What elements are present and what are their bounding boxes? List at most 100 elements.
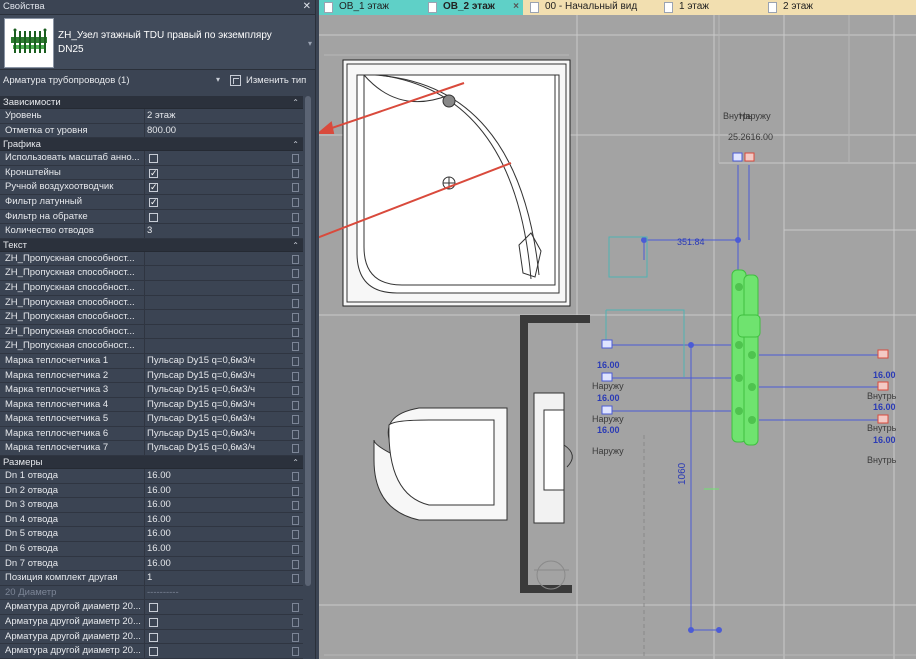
- property-value[interactable]: Пульсар Dy15 q=0,6м3/ч: [147, 369, 287, 384]
- property-value[interactable]: Пульсар Dy15 q=0,6м3/ч: [147, 398, 287, 413]
- property-row[interactable]: Позиция комплект другая 1: [0, 571, 303, 586]
- property-value[interactable]: 16.00: [147, 484, 287, 499]
- property-row[interactable]: Марка теплосчетчика 1 Пульсар Dy15 q=0,6м…: [0, 353, 303, 369]
- property-value[interactable]: 16.00: [147, 542, 287, 557]
- view-icon: [664, 2, 673, 13]
- property-row[interactable]: Марка теплосчетчика 6 Пульсар Dy15 q=0,6м…: [0, 426, 303, 442]
- tab-ov-2[interactable]: ОВ_2 этаж ×: [423, 0, 523, 15]
- property-row[interactable]: Фильтр на обратке: [0, 209, 303, 225]
- property-row[interactable]: Dn 5 отвода 16.00: [0, 527, 303, 543]
- checkbox[interactable]: [149, 195, 158, 210]
- section-dependencies[interactable]: Зависимости ⌃: [0, 96, 303, 109]
- property-value[interactable]: Пульсар Dy15 q=0,6м3/ч: [147, 354, 287, 369]
- property-label: Количество отводов: [5, 225, 94, 237]
- property-row[interactable]: Марка теплосчетчика 2 Пульсар Dy15 q=0,6м…: [0, 368, 303, 384]
- drawing-viewport[interactable]: 351.84 1060 Внутрь Наружу 25.2616.00 16.…: [319, 15, 916, 659]
- property-value[interactable]: 16.00: [147, 513, 287, 528]
- property-row[interactable]: ZH_Пропускная способност...: [0, 266, 303, 281]
- tab-close-icon[interactable]: ×: [513, 0, 519, 14]
- property-label: Dn 3 отвода: [5, 499, 58, 511]
- edit-type-label: Изменить тип: [246, 75, 307, 86]
- property-row[interactable]: ZH_Пропускная способност...: [0, 280, 303, 296]
- collapse-icon[interactable]: ⌃: [292, 239, 299, 252]
- property-value[interactable]: 3: [147, 224, 287, 239]
- property-row[interactable]: Ручной воздухоотводчик: [0, 180, 303, 195]
- property-label: Dn 6 отвода: [5, 543, 58, 555]
- property-row[interactable]: Dn 3 отвода 16.00: [0, 498, 303, 513]
- property-row[interactable]: Марка теплосчетчика 4 Пульсар Dy15 q=0,6м…: [0, 397, 303, 413]
- property-row[interactable]: Dn 4 отвода 16.00: [0, 512, 303, 528]
- property-row[interactable]: Dn 2 отвода 16.00: [0, 483, 303, 499]
- checkbox[interactable]: [149, 603, 158, 613]
- property-row[interactable]: Dn 7 отвода 16.00: [0, 556, 303, 572]
- properties-scrollbar[interactable]: [305, 96, 311, 586]
- collapse-icon[interactable]: ⌃: [292, 456, 299, 469]
- property-row[interactable]: Арматура другой диаметр 20...: [0, 644, 303, 659]
- checkbox[interactable]: [149, 618, 158, 627]
- property-row[interactable]: Арматура другой диаметр 20...: [0, 600, 303, 615]
- collapse-icon[interactable]: ⌃: [292, 96, 299, 109]
- close-icon[interactable]: ✕: [303, 0, 311, 13]
- dimension-vertical[interactable]: 1060: [677, 463, 688, 485]
- edit-type-button[interactable]: Изменить тип: [228, 73, 314, 89]
- property-row[interactable]: ZH_Пропускная способност...: [0, 324, 303, 340]
- category-selector[interactable]: Арматура трубопроводов (1): [3, 75, 130, 86]
- pipe-dn-label: 16.00: [873, 435, 896, 445]
- property-value[interactable]: Пульсар Dy15 q=0,6м3/ч: [147, 383, 287, 398]
- property-row[interactable]: Арматура другой диаметр 20...: [0, 615, 303, 630]
- chevron-down-icon[interactable]: ▾: [308, 39, 312, 48]
- property-row[interactable]: Марка теплосчетчика 5 Пульсар Dy15 q=0,6м…: [0, 412, 303, 427]
- property-value[interactable]: Пульсар Dy15 q=0,6м3/ч: [147, 441, 287, 456]
- section-graphics[interactable]: Графика ⌃: [0, 138, 303, 152]
- property-row[interactable]: Арматура другой диаметр 20...: [0, 629, 303, 645]
- checkbox[interactable]: [149, 647, 158, 657]
- property-value[interactable]: Пульсар Dy15 q=0,6м3/ч: [147, 427, 287, 442]
- section-dimensions[interactable]: Размеры ⌃: [0, 456, 303, 470]
- property-row[interactable]: Отметка от уровня 800.00: [0, 123, 303, 139]
- checkbox[interactable]: [149, 180, 158, 195]
- section-text[interactable]: Текст ⌃: [0, 238, 303, 252]
- property-row[interactable]: ZH_Пропускная способност...: [0, 339, 303, 354]
- property-label: Арматура другой диаметр 20...: [5, 645, 141, 657]
- checkbox[interactable]: [149, 166, 158, 180]
- property-value[interactable]: 2 этаж: [147, 109, 287, 124]
- property-row[interactable]: Марка теплосчетчика 7 Пульсар Dy15 q=0,6м…: [0, 441, 303, 457]
- checkbox[interactable]: [149, 632, 158, 642]
- property-value[interactable]: 1: [147, 571, 287, 586]
- property-row[interactable]: Использовать масштаб анно...: [0, 151, 303, 166]
- tab-start-view[interactable]: 00 - Начальный вид: [525, 0, 655, 15]
- collapse-icon[interactable]: ⌃: [292, 138, 299, 151]
- property-row[interactable]: Фильтр латунный: [0, 194, 303, 210]
- property-value[interactable]: 16.00: [147, 498, 287, 513]
- app-root: { "properties_panel": { "title": "Свойст…: [0, 0, 916, 659]
- tab-floor-2[interactable]: 2 этаж: [763, 0, 916, 15]
- tab-ov-1[interactable]: ОВ_1 этаж: [319, 0, 423, 15]
- tab-floor-1[interactable]: 1 этаж: [659, 0, 759, 15]
- property-row[interactable]: Dn 1 отвода 16.00: [0, 469, 303, 484]
- type-selector[interactable]: ZH_Узел этажный TDU правый по экземпляру…: [0, 14, 315, 70]
- property-row[interactable]: ZH_Пропускная способност...: [0, 251, 303, 267]
- property-value[interactable]: 16.00: [147, 557, 287, 572]
- property-value[interactable]: Пульсар Dy15 q=0,6м3/ч: [147, 412, 287, 427]
- dimension-horizontal[interactable]: 351.84: [677, 237, 705, 247]
- lock-icon: [292, 327, 299, 337]
- lock-icon: [292, 603, 299, 613]
- property-value[interactable]: 16.00: [147, 469, 287, 484]
- property-row[interactable]: Dn 6 отвода 16.00: [0, 542, 303, 557]
- property-row[interactable]: Количество отводов 3: [0, 224, 303, 239]
- checkbox[interactable]: [149, 154, 158, 164]
- property-row[interactable]: Уровень 2 этаж: [0, 109, 303, 124]
- property-row[interactable]: Кронштейны: [0, 165, 303, 180]
- property-row[interactable]: ZH_Пропускная способност...: [0, 310, 303, 325]
- dropdown-arrow-icon[interactable]: ▾: [216, 75, 220, 84]
- property-value[interactable]: 16.00: [147, 527, 287, 542]
- view-icon: [768, 2, 777, 13]
- checkbox[interactable]: [149, 212, 158, 222]
- property-value[interactable]: 800.00: [147, 124, 287, 139]
- pipe-dn-label: 16.00: [873, 402, 896, 412]
- label-outside: Наружу: [592, 381, 624, 391]
- lock-icon: [292, 559, 299, 569]
- lock-icon: [292, 501, 299, 511]
- property-row[interactable]: Марка теплосчетчика 3 Пульсар Dy15 q=0,6м…: [0, 383, 303, 398]
- property-row[interactable]: ZH_Пропускная способност...: [0, 295, 303, 311]
